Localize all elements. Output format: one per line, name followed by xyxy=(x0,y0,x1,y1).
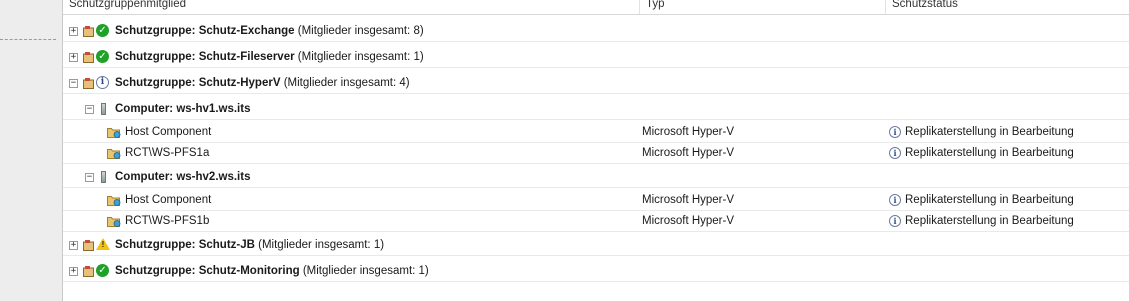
group-row-schutz-fileserver[interactable]: + ✓ Schutzgruppe: Schutz-Fileserver (Mit… xyxy=(63,47,1129,68)
expand-icon[interactable]: + xyxy=(69,267,78,276)
expand-icon[interactable]: + xyxy=(69,53,78,62)
group-name: Schutz-HyperV xyxy=(198,77,281,89)
group-name: Schutz-Fileserver xyxy=(198,51,295,63)
group-row-schutz-exchange[interactable]: + ✓ Schutzgruppe: Schutz-Exchange (Mitgl… xyxy=(63,21,1129,42)
group-label: Schutzgruppe: Schutz-Fileserver (Mitglie… xyxy=(115,47,424,68)
member-row[interactable]: RCT\WS-PFS1b Microsoft Hyper-V i Replika… xyxy=(63,211,1129,232)
group-label: Schutzgruppe: Schutz-HyperV (Mitglieder … xyxy=(115,73,410,94)
collapse-icon[interactable]: − xyxy=(69,79,78,88)
column-header-status[interactable]: Schutzstatus xyxy=(892,0,958,13)
computer-row-ws-hv1[interactable]: − Computer: ws-hv1.ws.its xyxy=(63,99,1129,120)
expand-icon[interactable]: + xyxy=(69,241,78,250)
group-prefix: Schutzgruppe: xyxy=(115,51,199,63)
computer-prefix: Computer: xyxy=(115,171,174,183)
group-prefix: Schutzgruppe: xyxy=(115,25,199,37)
member-status: i Replikaterstellung in Bearbeitung xyxy=(889,211,1119,232)
check-icon: ✓ xyxy=(96,50,109,63)
status-text: Replikaterstellung in Bearbeitung xyxy=(905,126,1074,138)
column-status-label: Schutzstatus xyxy=(892,0,958,10)
member-type: Microsoft Hyper-V xyxy=(642,194,735,206)
computer-row-ws-hv2[interactable]: − Computer: ws-hv2.ws.its xyxy=(63,167,1129,188)
group-count: (Mitglieder insgesamt: 1) xyxy=(297,51,424,63)
group-name: Schutz-Exchange xyxy=(198,25,295,37)
datasource-icon xyxy=(107,217,121,227)
check-icon: ✓ xyxy=(96,264,109,277)
sort-ascending-icon: ^ xyxy=(191,0,195,5)
column-header: Schutzgruppenmitglied ^ Typ Schutzstatus xyxy=(63,0,1129,15)
warning-mark: ! xyxy=(101,240,105,249)
group-prefix: Schutzgruppe: xyxy=(115,265,199,277)
collapse-icon[interactable]: − xyxy=(85,173,94,182)
member-row[interactable]: Host Component Microsoft Hyper-V i Repli… xyxy=(63,190,1129,211)
member-status: i Replikaterstellung in Bearbeitung xyxy=(889,122,1119,143)
group-count: (Mitglieder insgesamt: 4) xyxy=(283,77,410,89)
check-icon: ✓ xyxy=(96,24,109,37)
column-type-label: Typ xyxy=(646,0,665,10)
protection-members-grid: Schutzgruppenmitglied ^ Typ Schutzstatus … xyxy=(63,0,1129,301)
member-type: Microsoft Hyper-V xyxy=(642,147,735,159)
group-count: (Mitglieder insgesamt: 8) xyxy=(297,25,424,37)
info-icon: i xyxy=(889,215,901,227)
member-name: Host Component xyxy=(125,194,212,206)
member-status: i Replikaterstellung in Bearbeitung xyxy=(889,143,1119,164)
status-text: Replikaterstellung in Bearbeitung xyxy=(905,215,1074,227)
column-header-type[interactable]: Typ xyxy=(646,0,665,13)
computer-label: Computer: ws-hv2.ws.its xyxy=(115,167,250,188)
info-icon: i xyxy=(889,126,901,138)
computer-icon xyxy=(101,171,106,183)
member-row[interactable]: Host Component Microsoft Hyper-V i Repli… xyxy=(63,122,1129,143)
column-separator[interactable] xyxy=(639,0,640,14)
computer-name: ws-hv2.ws.its xyxy=(176,171,251,183)
member-row[interactable]: RCT\WS-PFS1a Microsoft Hyper-V i Replika… xyxy=(63,143,1129,164)
group-label: Schutzgruppe: Schutz-Monitoring (Mitglie… xyxy=(115,261,429,282)
group-prefix: Schutzgruppe: xyxy=(115,239,199,251)
datasource-icon xyxy=(107,196,121,206)
info-icon: i xyxy=(889,194,901,206)
expand-icon[interactable]: + xyxy=(69,27,78,36)
group-name: Schutz-JB xyxy=(198,239,255,251)
member-type: Microsoft Hyper-V xyxy=(642,126,735,138)
computer-prefix: Computer: xyxy=(115,103,174,115)
protection-group-icon xyxy=(83,52,94,63)
member-status: i Replikaterstellung in Bearbeitung xyxy=(889,190,1119,211)
column-member-label: Schutzgruppenmitglied xyxy=(69,0,186,10)
member-name: RCT\WS-PFS1b xyxy=(125,215,210,227)
protection-group-icon xyxy=(83,78,94,89)
group-count: (Mitglieder insgesamt: 1) xyxy=(258,239,385,251)
status-text: Replikaterstellung in Bearbeitung xyxy=(905,147,1074,159)
group-label: Schutzgruppe: Schutz-Exchange (Mitgliede… xyxy=(115,21,424,42)
group-name: Schutz-Monitoring xyxy=(198,265,300,277)
column-header-member[interactable]: Schutzgruppenmitglied ^ xyxy=(69,0,195,13)
datasource-icon xyxy=(107,128,121,138)
nav-divider xyxy=(0,39,56,40)
group-row-schutz-monitoring[interactable]: + ✓ Schutzgruppe: Schutz-Monitoring (Mit… xyxy=(63,261,1129,282)
computer-label: Computer: ws-hv1.ws.its xyxy=(115,99,250,120)
group-row-schutz-jb[interactable]: + ! Schutzgruppe: Schutz-JB (Mitglieder … xyxy=(63,235,1129,256)
group-row-schutz-hyperv[interactable]: − i Schutzgruppe: Schutz-HyperV (Mitglie… xyxy=(63,73,1129,94)
member-name: RCT\WS-PFS1a xyxy=(125,147,210,159)
group-label: Schutzgruppe: Schutz-JB (Mitglieder insg… xyxy=(115,235,384,256)
protection-group-icon xyxy=(83,266,94,277)
collapse-icon[interactable]: − xyxy=(85,105,94,114)
group-count: (Mitglieder insgesamt: 1) xyxy=(302,265,429,277)
datasource-icon xyxy=(107,149,121,159)
member-type: Microsoft Hyper-V xyxy=(642,215,735,227)
status-text: Replikaterstellung in Bearbeitung xyxy=(905,194,1074,206)
protection-group-icon xyxy=(83,26,94,37)
navigation-pane xyxy=(0,0,63,301)
protection-group-icon xyxy=(83,240,94,251)
computer-icon xyxy=(101,103,106,115)
computer-name: ws-hv1.ws.its xyxy=(176,103,251,115)
info-icon: i xyxy=(96,76,109,89)
info-icon: i xyxy=(889,147,901,159)
member-name: Host Component xyxy=(125,126,212,138)
group-prefix: Schutzgruppe: xyxy=(115,77,199,89)
column-separator[interactable] xyxy=(885,0,886,14)
